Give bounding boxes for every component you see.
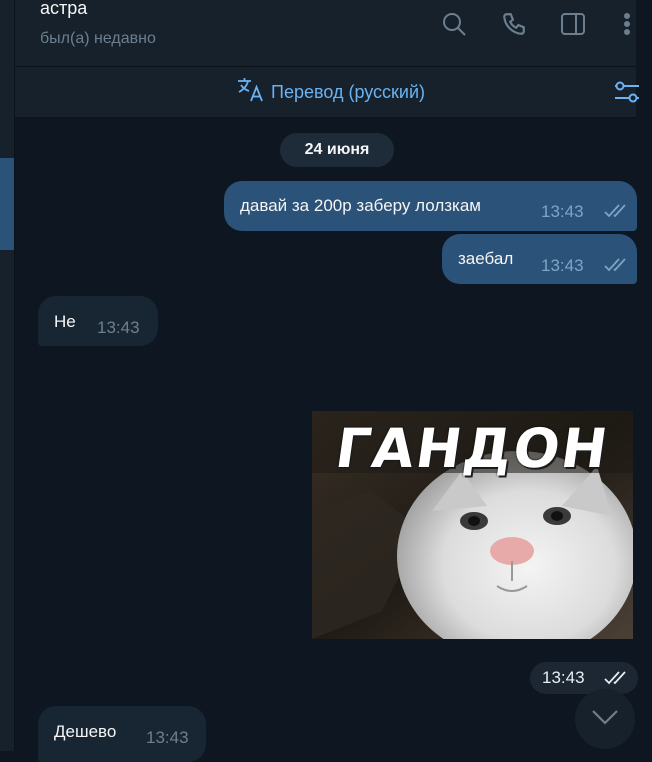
- message-time: 13:43: [97, 318, 140, 337]
- message-time: 13:43: [541, 202, 584, 221]
- sidebar-toggle-icon[interactable]: [558, 9, 588, 39]
- translate-label: Перевод (русский): [271, 81, 426, 102]
- chevron-down-icon: [590, 708, 620, 731]
- date-separator: 24 июня: [280, 133, 394, 167]
- chat-header: астра был(а) недавно: [15, 0, 636, 67]
- message-time: 13:43: [541, 256, 584, 275]
- double-check-icon: [604, 670, 630, 691]
- phone-icon[interactable]: [499, 9, 529, 39]
- chat-status: был(а) недавно: [40, 30, 156, 47]
- message-time: 13:43: [542, 668, 585, 687]
- sticker-image[interactable]: ГАНДОН: [312, 411, 633, 639]
- settings-sliders-icon[interactable]: [612, 78, 642, 106]
- message-text: давай за 200р заберу лолзкам: [240, 196, 481, 215]
- translate-bar: Перевод (русский): [15, 67, 639, 118]
- message-bubble-incoming[interactable]: Не 13:43: [38, 296, 158, 346]
- message-text: Дешево: [54, 722, 117, 741]
- double-check-icon: [604, 203, 630, 224]
- chat-list-edge: [0, 0, 14, 751]
- message-bubble-outgoing[interactable]: заебал 13:43: [442, 234, 637, 284]
- active-chat-indicator: [0, 158, 14, 250]
- chat-title[interactable]: астра: [40, 0, 87, 19]
- search-icon[interactable]: [439, 9, 469, 39]
- message-bubble-outgoing[interactable]: давай за 200р заберу лолзкам 13:43: [224, 181, 637, 231]
- more-vertical-icon[interactable]: [612, 9, 642, 39]
- translate-button[interactable]: Перевод (русский): [237, 77, 425, 107]
- sticker-caption: ГАНДОН: [331, 417, 614, 480]
- message-text: заебал: [458, 249, 514, 268]
- translate-icon: [237, 77, 265, 108]
- message-bubble-incoming[interactable]: Дешево 13:43: [38, 706, 206, 762]
- message-time: 13:43: [146, 728, 189, 747]
- message-text: Не: [54, 312, 76, 331]
- sticker-time-pill: 13:43: [530, 662, 638, 694]
- double-check-icon: [604, 257, 630, 278]
- scroll-to-bottom-button[interactable]: [575, 689, 635, 749]
